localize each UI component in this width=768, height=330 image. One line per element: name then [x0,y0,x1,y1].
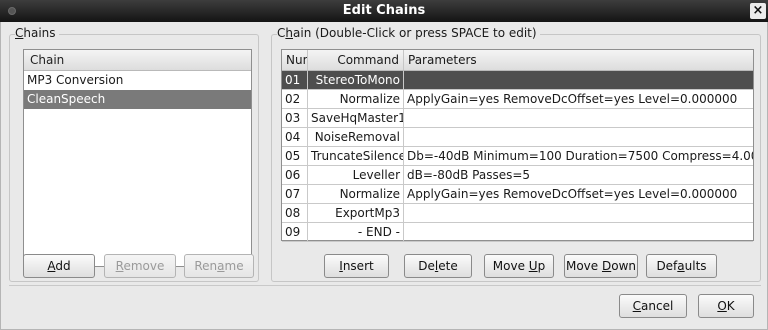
move-up-button[interactable]: Move Up [484,254,554,278]
step-number-cell: 01 [282,71,308,89]
chains-group-label: Chains [15,26,59,40]
delete-button-label: Delete [418,259,458,273]
step-number-cell: 05 [282,147,308,165]
command-cell: NoiseRemoval [308,128,404,146]
parameters-column-header[interactable]: Parameters [404,50,753,70]
command-cell: TruncateSilence [308,147,404,165]
add-button-label: Add [47,259,71,273]
step-number-cell: 04 [282,128,308,146]
remove-button[interactable]: Remove [104,254,176,278]
parameters-cell [404,109,753,127]
remove-button-label: Remove [115,259,165,273]
step-number-cell: 07 [282,185,308,203]
parameters-cell: dB=-80dB Passes=5 [407,168,531,182]
window-menu-icon[interactable] [8,7,16,15]
chain-group-label: Chain (Double-Click or press SPACE to ed… [277,26,540,40]
chain-table[interactable]: Num Command Parameters 01StereoToMono02N… [281,49,754,242]
parameters-cell: ApplyGain=yes RemoveDcOffset=yes Level=0… [407,92,738,106]
chain-table-row[interactable]: 01 StereoToMono [282,71,753,90]
command-cell: StereoToMono [308,71,404,89]
parameters-cell [404,128,753,146]
step-number-cell: 08 [282,204,308,222]
chain-column-header[interactable]: Chain [24,50,251,71]
chain-group-label-text: Chain (Double-Click or press SPACE to ed… [277,26,537,40]
parameters-cell: Db=-40dB Minimum=100 Duration=7500 Compr… [407,149,753,163]
ok-button[interactable]: OK [698,294,754,318]
command-cell: ExportMp3 [308,204,404,222]
chain-table-row[interactable]: 08 ExportMp3 [282,204,753,223]
cancel-button-label: Cancel [632,299,674,313]
chain-table-row[interactable]: 07 Normalize ApplyGain=yes RemoveDcOffset=… [282,185,753,204]
command-cell: Normalize [308,185,404,203]
step-number-cell: 06 [282,166,308,184]
chain-table-header: Num Command Parameters [282,50,753,71]
command-cell: SaveHqMaster1 [308,109,404,127]
move-up-button-label: Move Up [492,259,546,273]
ok-button-label: OK [717,299,735,313]
chain-rows: 01 StereoToMono 02 Normalize ApplyGain=yes R… [282,71,753,242]
step-number-cell: 03 [282,109,308,127]
chain-table-row[interactable]: 04 NoiseRemoval [282,128,753,147]
insert-button[interactable]: Insert [324,254,389,278]
add-button[interactable]: Add [23,254,95,278]
chain-table-row[interactable]: 09- END - [282,223,753,242]
edit-chains-dialog: Chains Chain MP3 Conversion CleanSpeech A… [0,22,768,330]
title-bar: Edit Chains × [0,0,768,22]
num-column-header[interactable]: Num [282,50,308,70]
rename-button[interactable]: Rename [184,254,254,278]
chains-list[interactable]: Chain MP3 Conversion CleanSpeech [23,49,252,267]
defaults-button[interactable]: Defaults [646,254,717,278]
chain-table-row[interactable]: 02 Normalize ApplyGain=yes RemoveDcOffset=… [282,90,753,109]
chain-list-item[interactable]: MP3 Conversion [24,71,251,90]
defaults-button-label: Defaults [656,259,707,273]
step-number-cell: 02 [282,90,308,108]
step-number-cell: 09 [282,223,308,241]
chain-table-row[interactable]: 05 TruncateSilence Db=-40dB Minimum=100 Du… [282,147,753,166]
command-cell: Normalize [308,90,404,108]
chain-table-row[interactable]: 03 SaveHqMaster1 [282,109,753,128]
move-down-button-label: Move Down [565,259,636,273]
parameters-cell [404,71,753,89]
command-cell: Leveller [308,166,404,184]
parameters-cell [404,204,753,222]
footer-separator [9,285,761,286]
move-down-button[interactable]: Move Down [564,254,638,278]
chain-list-item[interactable]: CleanSpeech [24,90,251,109]
chain-table-row[interactable]: 06 Leveller dB=-80dB Passes=5 [282,166,753,185]
close-icon[interactable]: × [750,3,766,19]
delete-button[interactable]: Delete [404,254,472,278]
parameters-cell [404,223,753,241]
cancel-button[interactable]: Cancel [619,294,687,318]
insert-button-label: Insert [339,259,374,273]
rename-button-label: Rename [194,259,244,273]
command-cell: - END - [308,223,404,241]
command-column-header[interactable]: Command [308,50,404,70]
window-title: Edit Chains [342,3,426,18]
parameters-cell: ApplyGain=yes RemoveDcOffset=yes Level=0… [407,187,738,201]
chains-rows: MP3 Conversion CleanSpeech [24,71,251,109]
